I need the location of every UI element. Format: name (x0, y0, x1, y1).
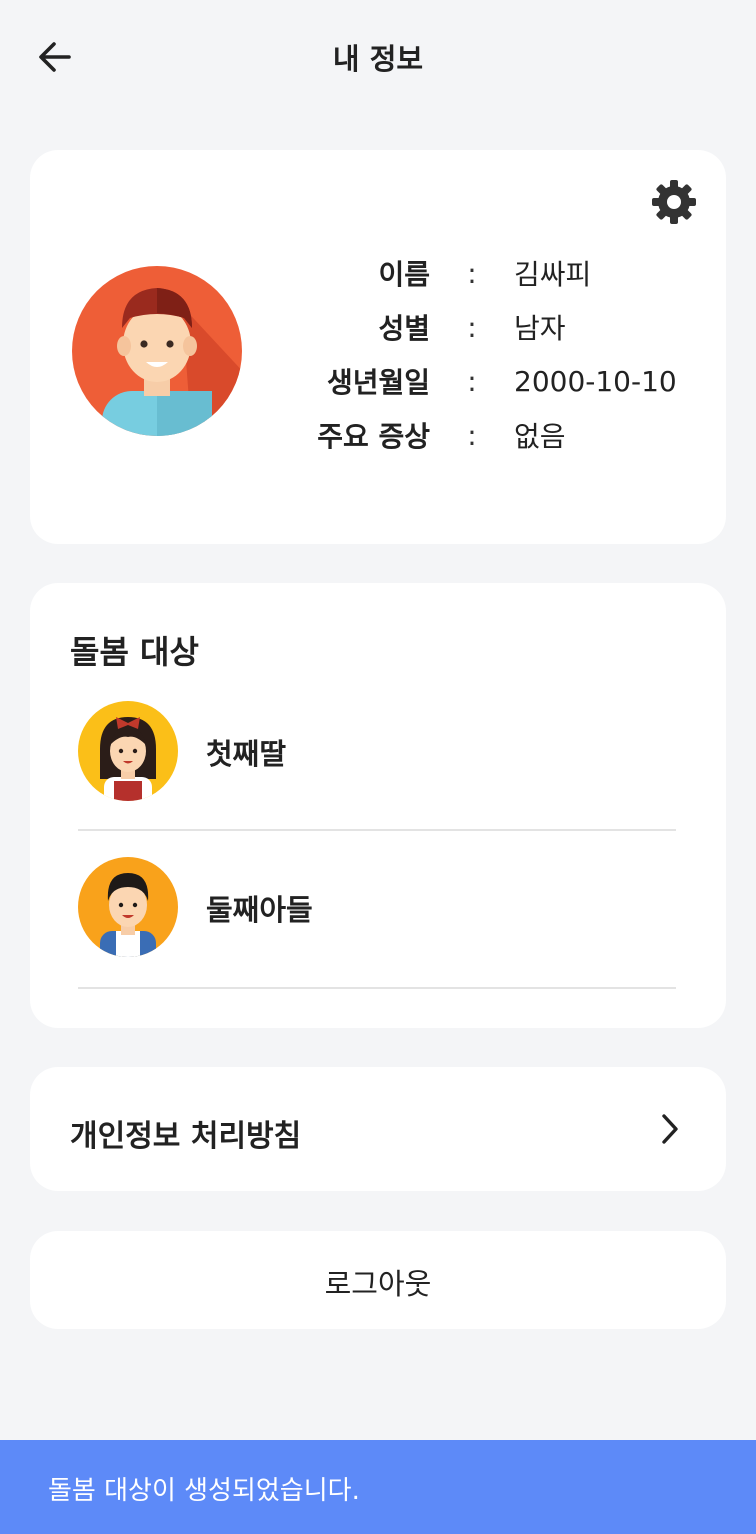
girl-avatar (78, 701, 178, 801)
care-target-item[interactable]: 둘째아들 (78, 831, 676, 989)
colon: : (467, 256, 477, 290)
care-target-title: 돌봄 대상 (70, 633, 199, 671)
care-target-name: 첫째딸 (206, 737, 287, 771)
privacy-policy-button[interactable]: 개인정보 처리방침 (30, 1067, 726, 1191)
colon: : (467, 310, 477, 344)
care-target-item[interactable]: 첫째딸 (78, 673, 676, 831)
gender-label: 성별 (378, 312, 430, 345)
symptom-value: 없음 (514, 420, 566, 453)
symptom-row: 주요 증상 : 없음 (270, 408, 677, 462)
privacy-policy-label: 개인정보 처리방침 (70, 1119, 302, 1154)
settings-button[interactable] (650, 178, 698, 226)
colon: : (467, 364, 477, 398)
care-target-card: 돌봄 대상 첫째딸 둘째아들 (30, 583, 726, 1028)
app-header: 내 정보 (0, 0, 756, 110)
toast-notification: 돌봄 대상이 생성되었습니다. (0, 1440, 756, 1534)
name-value: 김싸피 (514, 258, 592, 291)
chevron-right-icon (662, 1114, 678, 1144)
profile-card: 이름 : 김싸피 성별 : 남자 생년월일 : 2000-10-10 주요 증상… (30, 150, 726, 544)
name-label: 이름 (378, 258, 430, 291)
colon: : (467, 418, 477, 452)
logout-label: 로그아웃 (324, 1267, 432, 1301)
care-target-name: 둘째아들 (206, 893, 313, 927)
gender-value: 남자 (514, 312, 566, 345)
birthdate-label: 생년월일 (326, 366, 430, 399)
name-row: 이름 : 김싸피 (270, 246, 677, 300)
page-title: 내 정보 (332, 42, 424, 76)
symptom-label: 주요 증상 (317, 420, 430, 453)
male-avatar (72, 266, 242, 436)
logout-button[interactable]: 로그아웃 (30, 1231, 726, 1329)
birthdate-row: 생년월일 : 2000-10-10 (270, 354, 677, 408)
gender-row: 성별 : 남자 (270, 300, 677, 354)
profile-info: 이름 : 김싸피 성별 : 남자 생년월일 : 2000-10-10 주요 증상… (270, 246, 677, 462)
birthdate-value: 2000-10-10 (514, 364, 677, 398)
gear-icon (652, 180, 696, 224)
toast-message: 돌봄 대상이 생성되었습니다. (48, 1476, 360, 1506)
boy-avatar (78, 857, 178, 957)
